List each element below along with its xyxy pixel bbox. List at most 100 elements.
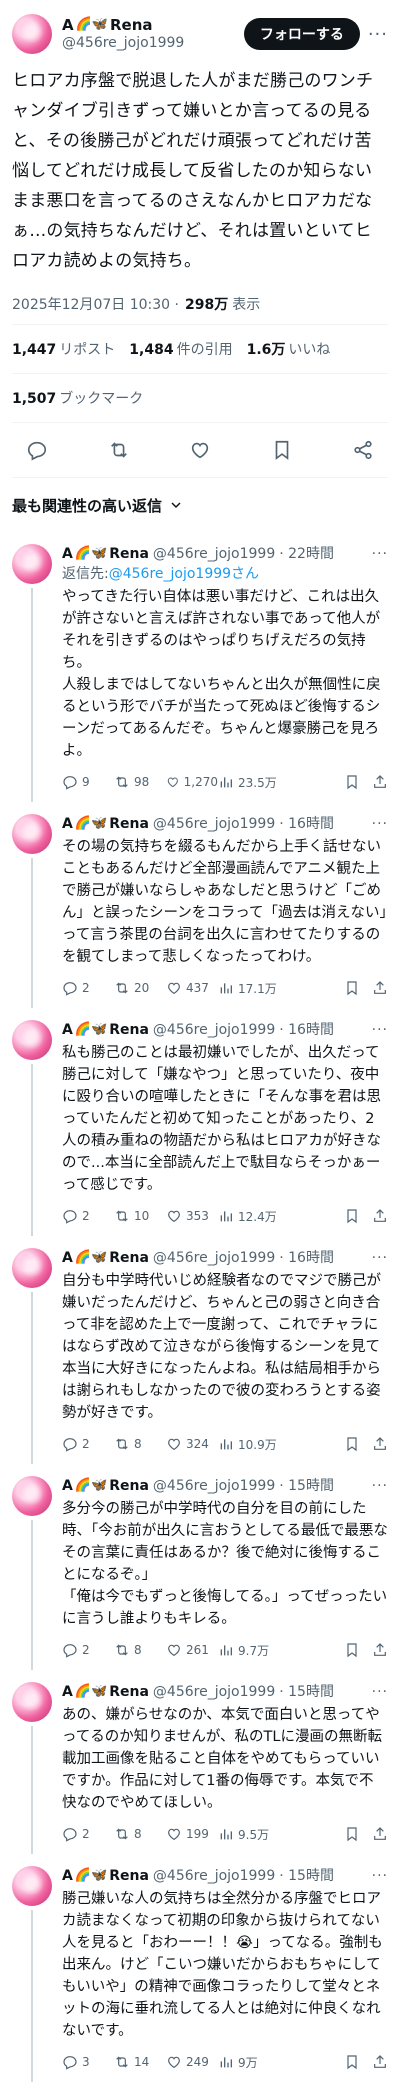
replying-handle[interactable]: @456re_jojo1999さん [109,566,259,582]
reply-tweet[interactable]: A 🌈🦋 Rena @456re_jojo1999 · 16時間 ··· 自分も中学… [0,1236,400,1464]
reply-tweet[interactable]: A 🌈🦋 Rena @456re_jojo1999 · 16時間 ··· 私も勝己の… [0,1008,400,1236]
author-names[interactable]: A 🌈🦋 Rena @456re_jojo1999 [62,16,244,52]
bookmark-icon[interactable] [344,2054,360,2070]
reply-tweet[interactable]: A 🌈🦋 Rena @456re_jojo1999 · 15時間 ··· あの、嫌が… [0,1670,400,1854]
views-button[interactable]: 9万 [218,2054,284,2071]
reply-time[interactable]: · 15時間 [279,1682,334,1702]
upload-icon[interactable] [372,1208,388,1224]
reply-time[interactable]: · 22時間 [279,544,334,564]
reply-time[interactable]: · 16時間 [279,814,334,834]
repost-button[interactable]: 14 [114,2054,166,2070]
upload-icon[interactable] [372,980,388,996]
quotes-stat[interactable]: 1,484 件の引用 [129,339,232,359]
reply-tweet[interactable]: A 🌈🦋 Rena @456re_jojo1999 · 15時間 ··· 多分今の勝… [0,1464,400,1670]
reply-time[interactable]: · 15時間 [279,1476,334,1496]
bookmark-icon[interactable] [344,1642,360,1658]
more-icon[interactable]: ··· [372,1020,388,1040]
display-name[interactable]: A 🌈🦋 Rena [62,1682,149,1702]
like-button[interactable]: 437 [166,980,218,996]
upload-icon[interactable] [372,1642,388,1658]
like-button[interactable]: 353 [166,1208,218,1224]
avatar[interactable] [12,1682,52,1722]
avatar[interactable] [12,1476,52,1516]
reply-button[interactable]: 2 [62,1208,114,1224]
more-icon[interactable]: ··· [372,814,388,834]
repost-button[interactable]: 98 [114,774,166,790]
more-icon[interactable]: ··· [372,1248,388,1268]
avatar[interactable] [12,544,52,584]
like-button[interactable]: 324 [166,1436,218,1452]
reply-button[interactable]: 9 [62,774,114,790]
views-button[interactable]: 10.9万 [218,1436,284,1453]
reply-sort-selector[interactable]: 最も関連性の高い返信 [12,478,388,532]
repost-button[interactable]: 20 [114,980,166,996]
reply-tweet[interactable]: A 🌈🦋 Rena @456re_jojo1999 · 16時間 ··· その場の気… [0,802,400,1008]
upload-icon[interactable] [372,1826,388,1842]
upload-icon[interactable] [372,2054,388,2070]
author-handle[interactable]: @456re_jojo1999 [62,34,244,52]
like-button[interactable]: 199 [166,1826,218,1842]
more-icon[interactable]: ··· [372,1682,388,1702]
author-handle[interactable]: @456re_jojo1999 [153,544,275,564]
more-icon[interactable]: ··· [372,544,388,564]
display-name[interactable]: A 🌈🦋 Rena [62,814,149,834]
reply-tweet[interactable]: A 🌈🦋 Rena @456re_jojo1999 · 15時間 ··· 勝己嫌いな… [0,1854,400,2082]
views-button[interactable]: 17.1万 [218,980,284,997]
views-button[interactable]: 23.5万 [218,774,284,791]
like-icon[interactable] [189,439,211,461]
reply-button[interactable]: 3 [62,2054,114,2070]
repost-button[interactable]: 10 [114,1208,166,1224]
reply-tweet[interactable]: A 🌈🦋 Rena @456re_jojo1999 · 22時間 ··· 返信先:@… [0,532,400,802]
more-icon[interactable]: ··· [368,24,388,45]
author-handle[interactable]: @456re_jojo1999 [153,1020,275,1040]
bookmark-icon[interactable] [271,439,293,461]
reply-icon[interactable] [26,439,48,461]
display-name[interactable]: A 🌈🦋 Rena [62,1020,149,1040]
author-handle[interactable]: @456re_jojo1999 [153,814,275,834]
author-handle[interactable]: @456re_jojo1999 [153,1476,275,1496]
repost-button[interactable]: 8 [114,1826,166,1842]
reposts-stat[interactable]: 1,447 リポスト [12,339,115,359]
display-name[interactable]: A 🌈🦋 Rena [62,1476,149,1496]
follow-button[interactable]: フォローする [243,18,360,50]
reply-button[interactable]: 2 [62,1436,114,1452]
author-handle[interactable]: @456re_jojo1999 [153,1248,275,1268]
avatar[interactable] [12,1020,52,1060]
like-button[interactable]: 1,270 [166,774,218,790]
likes-stat[interactable]: 1.6万 いいね [247,339,331,359]
upload-icon[interactable] [372,1436,388,1452]
author-handle[interactable]: @456re_jojo1999 [153,1682,275,1702]
more-icon[interactable]: ··· [372,1866,388,1886]
reply-time[interactable]: · 16時間 [279,1020,334,1040]
bookmark-icon[interactable] [344,774,360,790]
author-handle[interactable]: @456re_jojo1999 [153,1866,275,1886]
reply-button[interactable]: 2 [62,1642,114,1658]
repost-button[interactable]: 8 [114,1436,166,1452]
repost-icon[interactable] [108,439,130,461]
reply-button[interactable]: 2 [62,980,114,996]
share-icon[interactable] [352,439,374,461]
reply-button[interactable]: 2 [62,1826,114,1842]
like-button[interactable]: 261 [166,1642,218,1658]
bookmark-icon[interactable] [344,1436,360,1452]
avatar[interactable] [12,1248,52,1288]
bookmark-icon[interactable] [344,1826,360,1842]
display-name[interactable]: A 🌈🦋 Rena [62,1248,149,1268]
avatar[interactable] [12,14,52,54]
bookmark-icon[interactable] [344,1208,360,1224]
avatar[interactable] [12,814,52,854]
views-button[interactable]: 9.7万 [218,1642,284,1659]
bookmark-icon[interactable] [344,980,360,996]
display-name[interactable]: A 🌈🦋 Rena [62,16,244,34]
more-icon[interactable]: ··· [372,1476,388,1496]
views-button[interactable]: 9.5万 [218,1826,284,1843]
tweet-timestamp[interactable]: 2025年12月07日 10:30 · [12,294,179,314]
upload-icon[interactable] [372,774,388,790]
display-name[interactable]: A 🌈🦋 Rena [62,1866,149,1886]
views-button[interactable]: 12.4万 [218,1208,284,1225]
avatar[interactable] [12,1866,52,1906]
bookmarks-stat[interactable]: 1,507 ブックマーク [12,388,143,408]
reply-time[interactable]: · 16時間 [279,1248,334,1268]
reply-time[interactable]: · 15時間 [279,1866,334,1886]
repost-button[interactable]: 8 [114,1642,166,1658]
